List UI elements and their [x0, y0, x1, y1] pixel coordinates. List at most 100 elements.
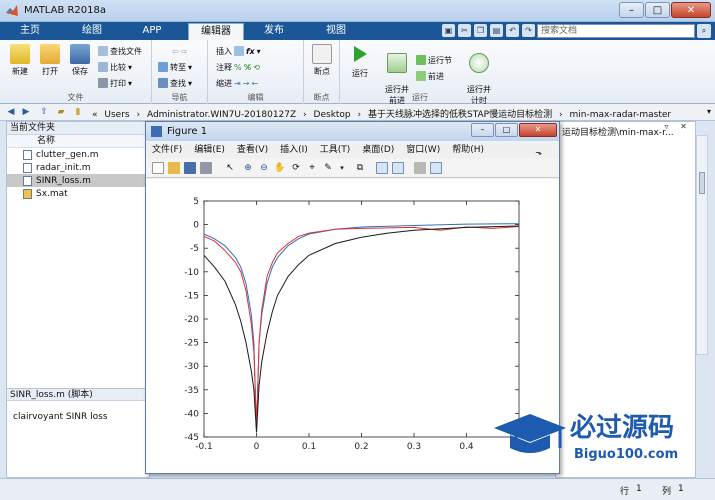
percent-icon[interactable]: % [234, 63, 242, 72]
hide-tools-icon[interactable] [414, 162, 426, 174]
menu-help[interactable]: 帮助(H) [452, 143, 484, 158]
forward-icon[interactable]: ▶ [20, 107, 32, 118]
indent-button[interactable]: 缩进 ⇥ → ← [216, 77, 258, 89]
nav-arrows[interactable]: ⇦ ⇨ [172, 45, 187, 57]
brush-icon[interactable]: ✎ [322, 162, 334, 174]
save-quick-icon[interactable]: ▣ [442, 24, 455, 37]
new-icon [10, 44, 30, 64]
brush-dropdown-icon[interactable]: ▾ [336, 162, 348, 174]
new-figure-icon[interactable] [152, 162, 164, 174]
smart-indent-icon[interactable]: ⇥ [234, 79, 241, 88]
pointer-icon[interactable]: ↖ [224, 162, 236, 174]
up-folder-icon[interactable]: ⇧ [38, 107, 50, 118]
advance-button[interactable]: 前进 [416, 70, 444, 82]
figure-title-bar[interactable]: Figure 1 – □ ✕ [146, 122, 559, 141]
menu-view[interactable]: 查看(V) [237, 143, 268, 158]
file-row[interactable]: clutter_gen.m [7, 148, 149, 161]
tab-publish[interactable]: 发布 [252, 23, 296, 40]
file-row-selected[interactable]: SINR_loss.m [7, 174, 149, 187]
zoom-out-icon[interactable]: ⊖ [258, 162, 270, 174]
figure-maximize-button[interactable]: □ [495, 123, 518, 137]
edit-more-icon[interactable]: ▾ [257, 47, 261, 56]
tab-plots[interactable]: 绘图 [70, 23, 114, 40]
run-section-button[interactable]: 运行节 [416, 54, 452, 66]
menu-file[interactable]: 文件(F) [152, 143, 182, 158]
print-button[interactable]: 打印 ▾ [98, 77, 132, 89]
comment-button[interactable]: 注释 % %̸ ⟲ [216, 61, 260, 73]
editor-path: 运动目标检测\min-max-r... [562, 128, 674, 138]
close-button[interactable]: ✕ [671, 2, 711, 18]
zoom-in-icon[interactable]: ⊕ [242, 162, 254, 174]
forward-arrow-icon[interactable]: ⇨ [181, 47, 188, 56]
file-row[interactable]: Sx.mat [7, 187, 149, 200]
goto-button[interactable]: 转至 ▾ [158, 61, 192, 73]
maximize-button[interactable]: □ [645, 2, 670, 18]
find-button[interactable]: 查找 ▾ [158, 77, 192, 89]
breakpoints-group: 断点 断点 [304, 40, 340, 104]
menu-edit[interactable]: 编辑(E) [194, 143, 225, 158]
copy-icon[interactable]: ❐ [474, 24, 487, 37]
paste-icon[interactable]: ▤ [490, 24, 503, 37]
find-files-button[interactable]: 查找文件 [98, 45, 142, 57]
outdent-icon[interactable]: ← [251, 79, 258, 88]
address-dropdown-icon[interactable]: ▾ [707, 107, 711, 116]
link-plot-icon[interactable]: ⧉ [354, 162, 366, 174]
editor-close-icon[interactable]: ✕ [677, 121, 690, 134]
folder-root-icon[interactable]: ▮ [72, 107, 84, 118]
x-tick-label: 0 [254, 442, 260, 452]
rotate-icon[interactable]: ⟳ [290, 162, 302, 174]
search-icon[interactable]: ⌕ [697, 24, 711, 38]
scrollbar-thumb[interactable] [699, 172, 705, 194]
show-tools-icon[interactable] [430, 162, 442, 174]
browse-folder-icon[interactable]: ▰ [55, 107, 67, 118]
back-arrow-icon[interactable]: ⇦ [172, 47, 179, 56]
menu-tools[interactable]: 工具(T) [320, 143, 351, 158]
save-figure-icon[interactable] [184, 162, 196, 174]
figure-minimize-button[interactable]: – [471, 123, 494, 137]
menu-insert[interactable]: 插入(I) [280, 143, 308, 158]
open-file-icon[interactable] [168, 162, 180, 174]
goto-icon [158, 62, 168, 72]
search-docs-input[interactable]: 搜索文档 [537, 24, 695, 38]
data-cursor-icon[interactable]: ⌖ [306, 162, 318, 174]
file-row[interactable]: radar_init.m [7, 161, 149, 174]
legend-icon[interactable] [392, 162, 404, 174]
open-button[interactable]: 打开 [36, 44, 64, 77]
cut-icon[interactable]: ✂ [458, 24, 471, 37]
new-button[interactable]: 新建 [6, 44, 34, 77]
menu-dock-icon[interactable]: ⬎ [535, 145, 542, 160]
y-tick-label: -15 [184, 291, 199, 301]
undo-icon[interactable]: ↶ [506, 24, 519, 37]
menu-desktop[interactable]: 桌面(D) [362, 143, 394, 158]
current-folder-panel: 当前文件夹 名称 clutter_gen.m radar_init.m SINR… [6, 121, 150, 478]
minimize-button[interactable]: – [619, 2, 644, 18]
figure-close-button[interactable]: ✕ [519, 123, 557, 137]
editor-scrollbar[interactable] [696, 135, 708, 355]
figure-icon [151, 126, 162, 137]
uncomment-icon[interactable]: %̸ [244, 63, 252, 72]
pan-icon[interactable]: ✋ [274, 162, 286, 174]
name-column-header[interactable]: 名称 [7, 135, 149, 148]
y-tick-label: -25 [184, 339, 199, 349]
tab-home[interactable]: 主页 [8, 23, 52, 40]
redo-icon[interactable]: ↷ [522, 24, 535, 37]
breadcrumb[interactable]: « Users › Administrator.WIN7U-20180127Z … [92, 107, 675, 120]
print-figure-icon[interactable] [200, 162, 212, 174]
compare-button[interactable]: 比较 ▾ [98, 61, 132, 73]
back-icon[interactable]: ◀ [5, 107, 17, 118]
insert-button[interactable]: 插入 fx ▾ [216, 45, 261, 57]
colorbar-icon[interactable] [376, 162, 388, 174]
editor-pin-icon[interactable]: ▿ [660, 121, 673, 134]
fx-icon[interactable]: fx [246, 47, 255, 56]
watermark-url: Biguo100.com [574, 447, 678, 462]
menu-window[interactable]: 窗口(W) [406, 143, 440, 158]
breakpoints-button[interactable]: 断点 [308, 44, 336, 77]
tab-apps[interactable]: APP [130, 23, 174, 40]
tab-view[interactable]: 视图 [314, 23, 358, 40]
wrap-icon[interactable]: ⟲ [253, 63, 260, 72]
save-button[interactable]: 保存 [66, 44, 94, 77]
run-button[interactable]: 运行 [346, 44, 374, 79]
edit-group: 插入 fx ▾ 注释 % %̸ ⟲ 缩进 ⇥ → ← 编辑 [208, 40, 304, 104]
indent-icon[interactable]: → [243, 79, 250, 88]
tab-editor[interactable]: 编辑器 [188, 23, 244, 40]
